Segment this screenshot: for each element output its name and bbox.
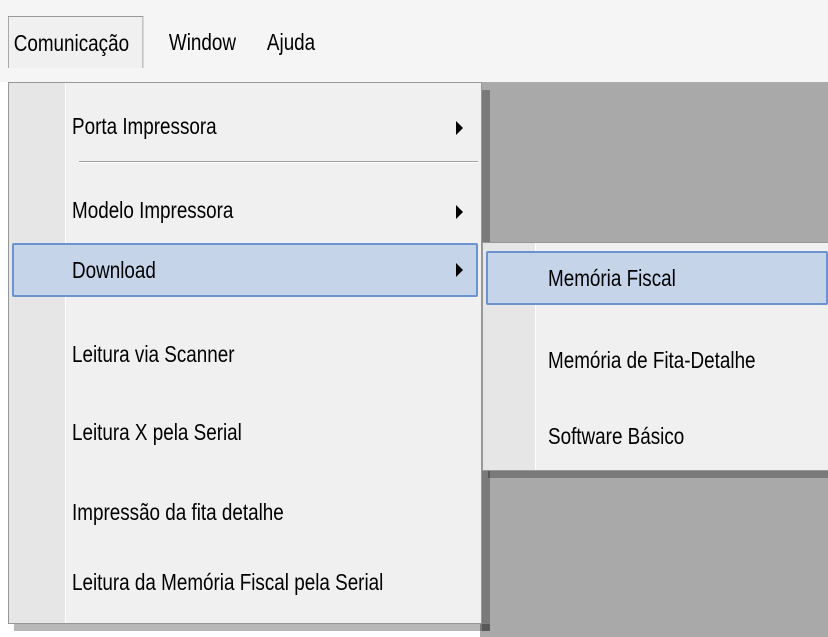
submenu-arrow-icon: [456, 263, 463, 277]
submenu-item-label: Software Básico: [548, 423, 685, 449]
submenu-item-software-basico[interactable]: Software Básico: [486, 411, 828, 465]
submenu-item-label: Memória de Fita-Detalhe: [548, 347, 756, 373]
submenu-item-label: Memória Fiscal: [548, 265, 676, 291]
submenu-item-memoria-fiscal[interactable]: Memória Fiscal: [486, 251, 828, 305]
menu-item-label: Download: [72, 257, 156, 283]
menu-window[interactable]: Window: [164, 16, 241, 68]
menu-comunicacao-label: Comunicação: [13, 30, 130, 56]
menu-item-label: Modelo Impressora: [72, 197, 234, 223]
menu-item-download[interactable]: Download: [12, 243, 478, 297]
menu-item-label: Leitura via Scanner: [72, 341, 235, 367]
menu-item-leitura-via-scanner[interactable]: Leitura via Scanner: [12, 329, 478, 383]
menu-item-label: Leitura da Memória Fiscal pela Serial: [72, 569, 384, 595]
submenu-arrow-icon: [456, 205, 463, 219]
menu-item-label: Porta Impressora: [72, 113, 217, 139]
menu-comunicacao[interactable]: Comunicação: [8, 16, 144, 68]
menu-window-label: Window: [168, 29, 237, 55]
menu-item-leitura-memoria-fiscal-serial[interactable]: Leitura da Memória Fiscal pela Serial: [12, 557, 478, 611]
submenu-arrow-icon: [456, 121, 463, 135]
submenu-item-memoria-fita-detalhe[interactable]: Memória de Fita-Detalhe: [486, 335, 828, 389]
menu-ajuda-label: Ajuda: [266, 29, 316, 55]
menu-item-leitura-x-serial[interactable]: Leitura X pela Serial: [12, 407, 478, 461]
menu-ajuda[interactable]: Ajuda: [262, 16, 320, 68]
menu-shadow-bottom: [14, 624, 490, 631]
menu-separator: [79, 161, 478, 163]
menu-item-label: Impressão da fita detalhe: [72, 499, 284, 525]
menu-item-porta-impressora[interactable]: Porta Impressora: [12, 101, 478, 155]
download-submenu: Memória Fiscal Memória de Fita-Detalhe S…: [482, 242, 828, 471]
submenu-shadow-bottom: [488, 471, 828, 478]
menu-item-modelo-impressora[interactable]: Modelo Impressora: [12, 185, 478, 239]
menu-item-label: Leitura X pela Serial: [72, 419, 242, 445]
menu-bar: Comunicação Window Ajuda: [0, 0, 828, 82]
comunicacao-dropdown: Porta Impressora Modelo Impressora Downl…: [8, 82, 482, 624]
menu-item-impressao-fita-detalhe[interactable]: Impressão da fita detalhe: [12, 487, 478, 541]
